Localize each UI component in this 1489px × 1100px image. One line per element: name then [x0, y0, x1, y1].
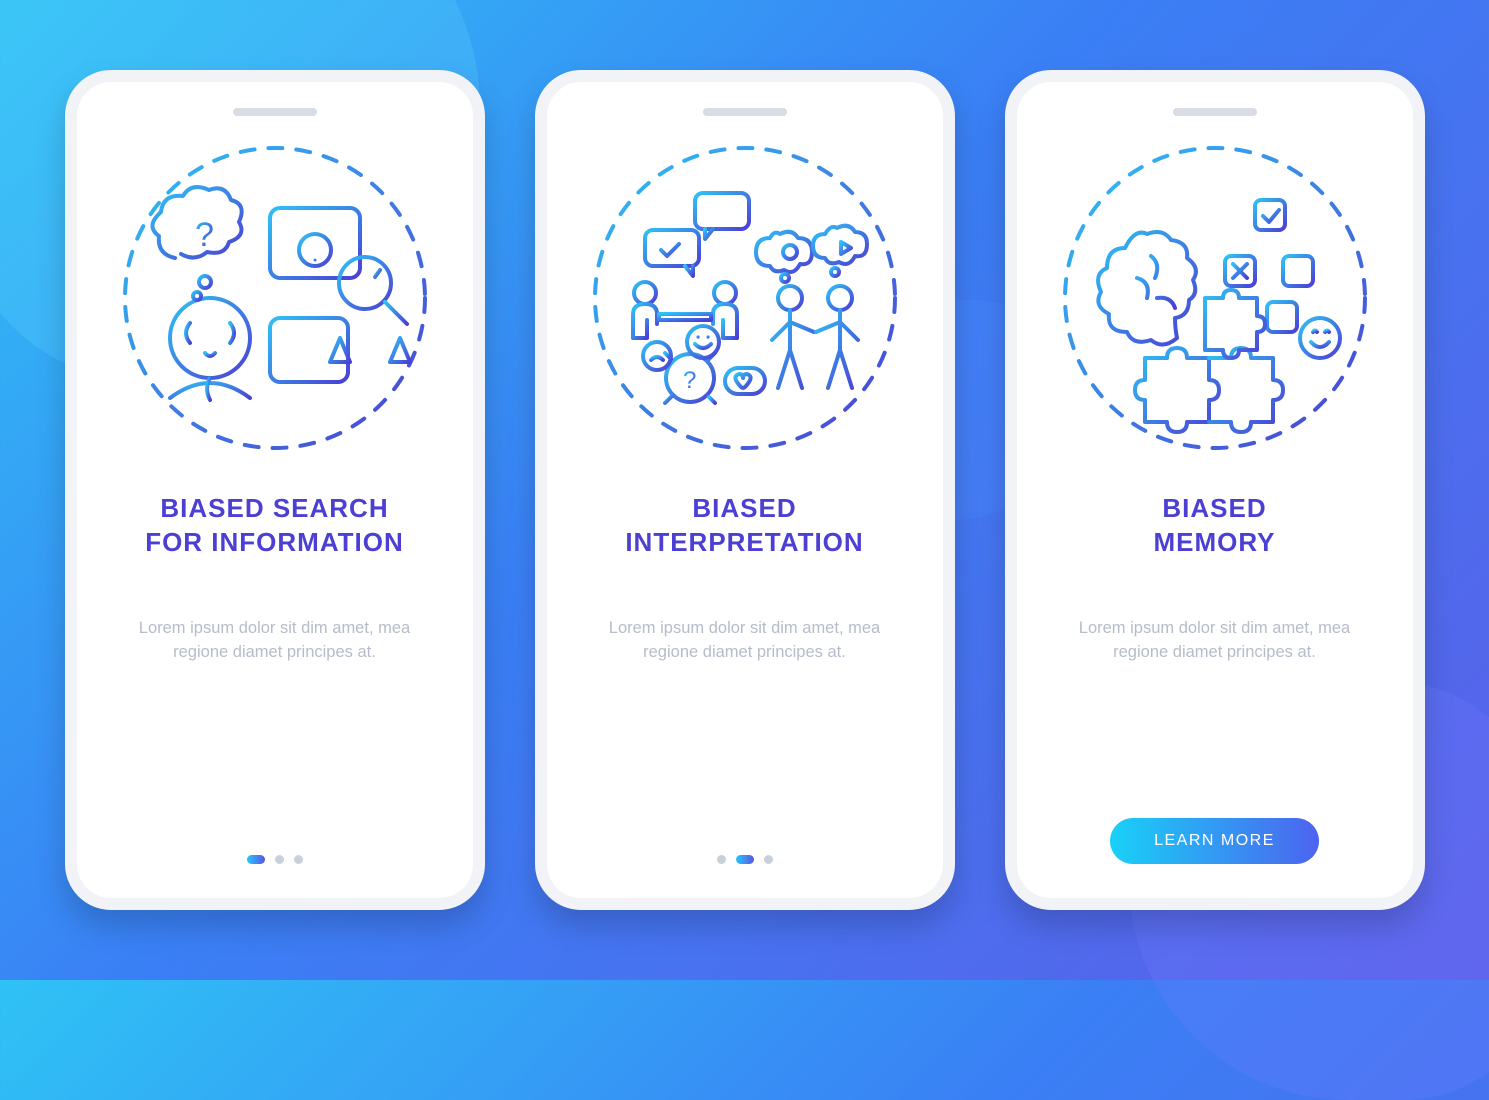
illustration-search-bias: ? — [115, 138, 435, 458]
page-dot-2[interactable] — [275, 855, 284, 864]
screen-description: Lorem ipsum dolor sit dim amet, mea regi… — [107, 616, 443, 666]
illustration-memory-bias — [1055, 138, 1375, 458]
page-dot-3[interactable] — [294, 855, 303, 864]
screen-description: Lorem ipsum dolor sit dim amet, mea regi… — [577, 616, 913, 666]
phone-speaker — [233, 108, 317, 116]
phone-speaker — [1173, 108, 1257, 116]
screen-title: BIASEDMEMORY — [1147, 492, 1281, 560]
page-dot-1[interactable] — [247, 855, 265, 864]
page-dot-1[interactable] — [717, 855, 726, 864]
svg-text:?: ? — [195, 216, 214, 254]
phone-screen-2: ? BIASEDINTERPRETATION Lorem ipsum dolor… — [535, 70, 955, 910]
screen-title: BIASED SEARCHFOR INFORMATION — [139, 492, 410, 560]
phone-shelf: ? — [65, 70, 1425, 910]
pager — [547, 855, 943, 864]
page-dot-2[interactable] — [736, 855, 754, 864]
screen-title: BIASEDINTERPRETATION — [619, 492, 869, 560]
svg-text:?: ? — [683, 367, 696, 394]
screen-description: Lorem ipsum dolor sit dim amet, mea regi… — [1047, 616, 1383, 666]
illustration-interpretation-bias: ? — [585, 138, 905, 458]
learn-more-button[interactable]: LEARN MORE — [1110, 818, 1319, 864]
pager — [77, 855, 473, 864]
phone-speaker — [703, 108, 787, 116]
cta-footer: LEARN MORE — [1017, 818, 1413, 864]
phone-screen-1: ? — [65, 70, 485, 910]
page-dot-3[interactable] — [764, 855, 773, 864]
phone-screen-3: BIASEDMEMORY Lorem ipsum dolor sit dim a… — [1005, 70, 1425, 910]
